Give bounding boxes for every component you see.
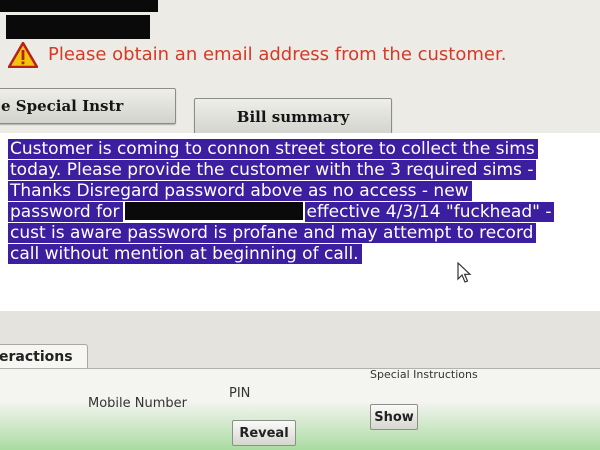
special-instructions-tab[interactable]: e Special Instr [0,88,176,124]
alert-banner: Please obtain an email address from the … [8,40,600,70]
instruction-line: today. Please provide the customer with … [8,160,537,180]
redacted-account [124,202,303,220]
instruction-line: effective 4/3/14 "fuckhead" - [304,202,555,222]
instruction-line: password for [8,202,123,222]
column-header-pin: PIN [229,386,251,401]
bill-summary-tab[interactable]: Bill summary [194,98,392,136]
special-instructions-panel[interactable]: Customer is coming to connon street stor… [0,133,600,311]
show-button[interactable]: Show [370,404,418,430]
warning-icon [8,42,38,68]
redacted-title [0,0,158,12]
redacted-header [6,15,150,39]
instruction-line: Thanks Disregard password above as no ac… [8,181,472,201]
special-instructions-text[interactable]: Customer is coming to connon street stor… [8,139,596,265]
column-header-special-instructions: Special Instructions [370,368,478,381]
column-header-mobile-number: Mobile Number [88,396,187,411]
instruction-line: cust is aware password is profane and ma… [8,223,537,243]
alert-text: Please obtain an email address from the … [48,44,507,65]
mouse-cursor-icon [457,262,472,283]
tab-interactions[interactable]: eractions [0,344,88,368]
instruction-line: call without mention at beginning of cal… [8,244,362,264]
reveal-button[interactable]: Reveal [232,420,296,446]
instruction-line: Customer is coming to connon street stor… [8,139,538,159]
